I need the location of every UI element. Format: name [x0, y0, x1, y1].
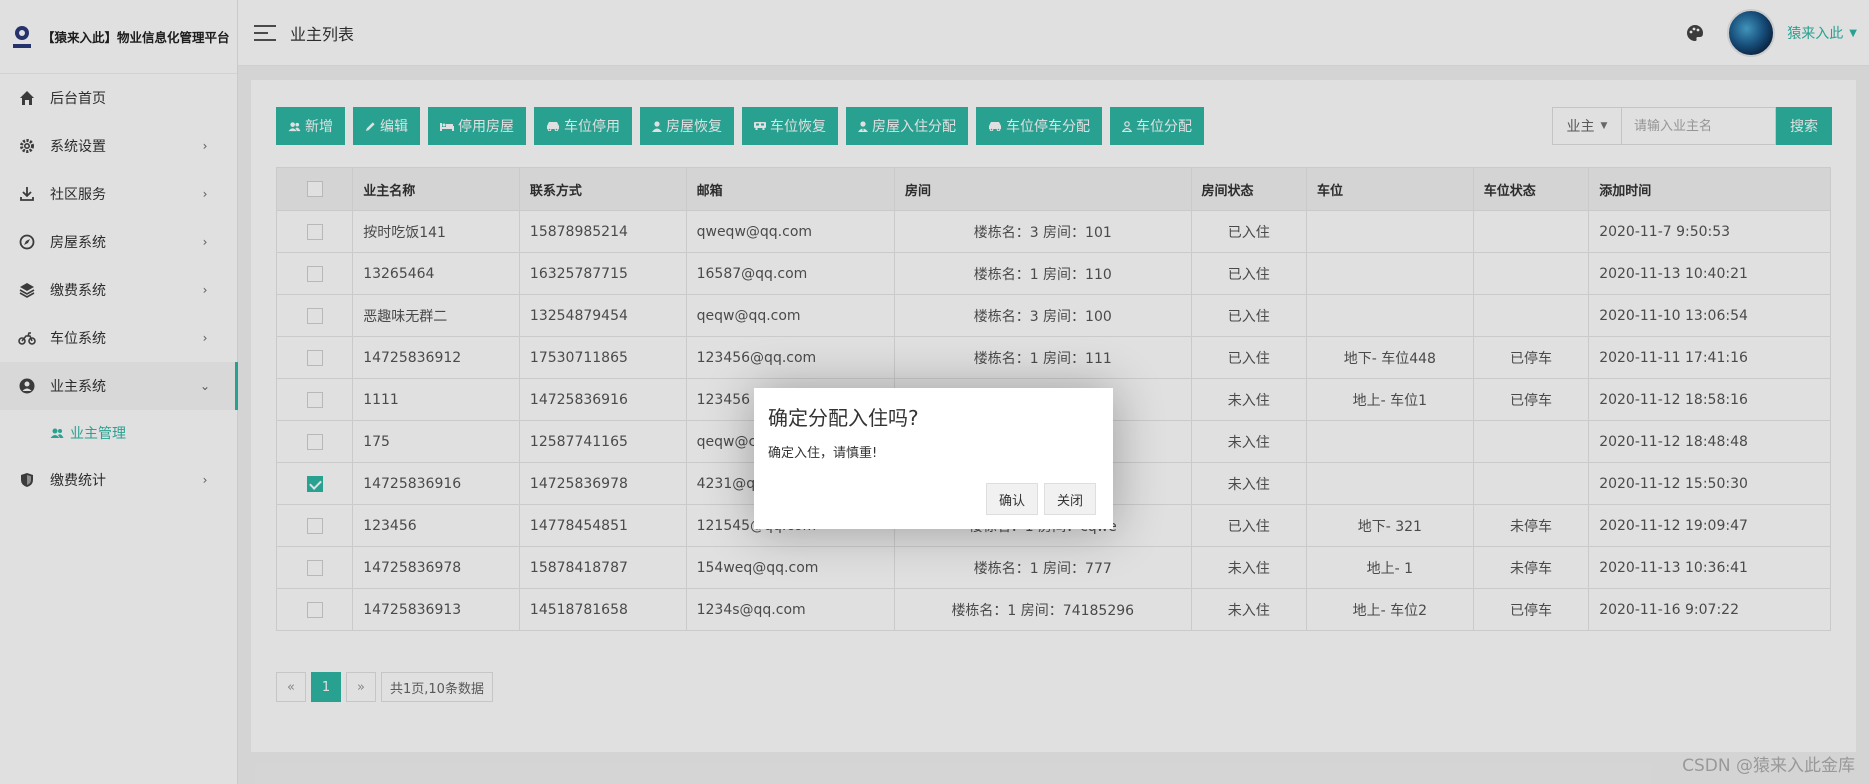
dialog-message: 确定入住，请慎重! — [768, 446, 878, 461]
confirm-dialog: 确定分配入住吗? 确定入住，请慎重! 确认 关闭 — [754, 388, 1113, 529]
close-button[interactable]: 关闭 — [1043, 483, 1096, 515]
dialog-buttons: 确认 关闭 — [985, 483, 1096, 515]
watermark: CSDN @猿来入此金库 — [1682, 756, 1855, 776]
confirm-button[interactable]: 确认 — [985, 483, 1038, 515]
dialog-title: 确定分配入住吗? — [768, 406, 919, 430]
